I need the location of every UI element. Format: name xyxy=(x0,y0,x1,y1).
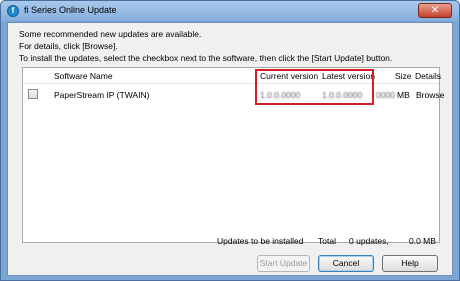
help-button[interactable]: Help xyxy=(382,255,438,272)
title-bar[interactable]: f fi Series Online Update ✕ xyxy=(1,1,459,21)
cancel-button[interactable]: Cancel xyxy=(318,255,374,272)
table-row[interactable]: PaperStream IP (TWAIN) 1.0.0.0000 1.0.0.… xyxy=(23,86,444,102)
dialog-client-area: Some recommended new updates are availab… xyxy=(7,22,453,276)
cell-size-unit: MB xyxy=(397,90,410,100)
header-details[interactable]: Details xyxy=(415,71,441,81)
header-software-name[interactable]: Software Name xyxy=(54,71,113,81)
update-checkbox[interactable] xyxy=(28,89,38,99)
browse-link[interactable]: Browse xyxy=(416,90,444,100)
intro-line-1: Some recommended new updates are availab… xyxy=(19,29,202,39)
table-header: Software Name Current version Latest ver… xyxy=(23,68,441,84)
intro-text: Some recommended new updates are availab… xyxy=(19,28,392,64)
header-size[interactable]: Size xyxy=(395,71,412,81)
intro-line-2: For details, click [Browse]. xyxy=(19,41,118,51)
cell-size: 0000 xyxy=(376,90,395,100)
total-label: Total xyxy=(318,236,336,246)
fi-app-icon: f xyxy=(7,5,19,17)
update-window: f fi Series Online Update ✕ Some recomme… xyxy=(0,0,460,281)
updates-count: 0 updates, xyxy=(349,236,389,246)
updates-to-install-label: Updates to be installed xyxy=(217,236,304,246)
window-title: fi Series Online Update xyxy=(24,5,117,15)
start-update-button[interactable]: Start Update xyxy=(257,255,310,272)
intro-line-3: To install the updates, select the check… xyxy=(19,53,393,63)
cell-software-name: PaperStream IP (TWAIN) xyxy=(54,90,150,100)
total-size: 0.0 MB xyxy=(409,236,436,246)
close-button[interactable]: ✕ xyxy=(418,3,452,18)
version-columns-highlight xyxy=(255,69,374,105)
updates-table: Software Name Current version Latest ver… xyxy=(22,67,444,243)
